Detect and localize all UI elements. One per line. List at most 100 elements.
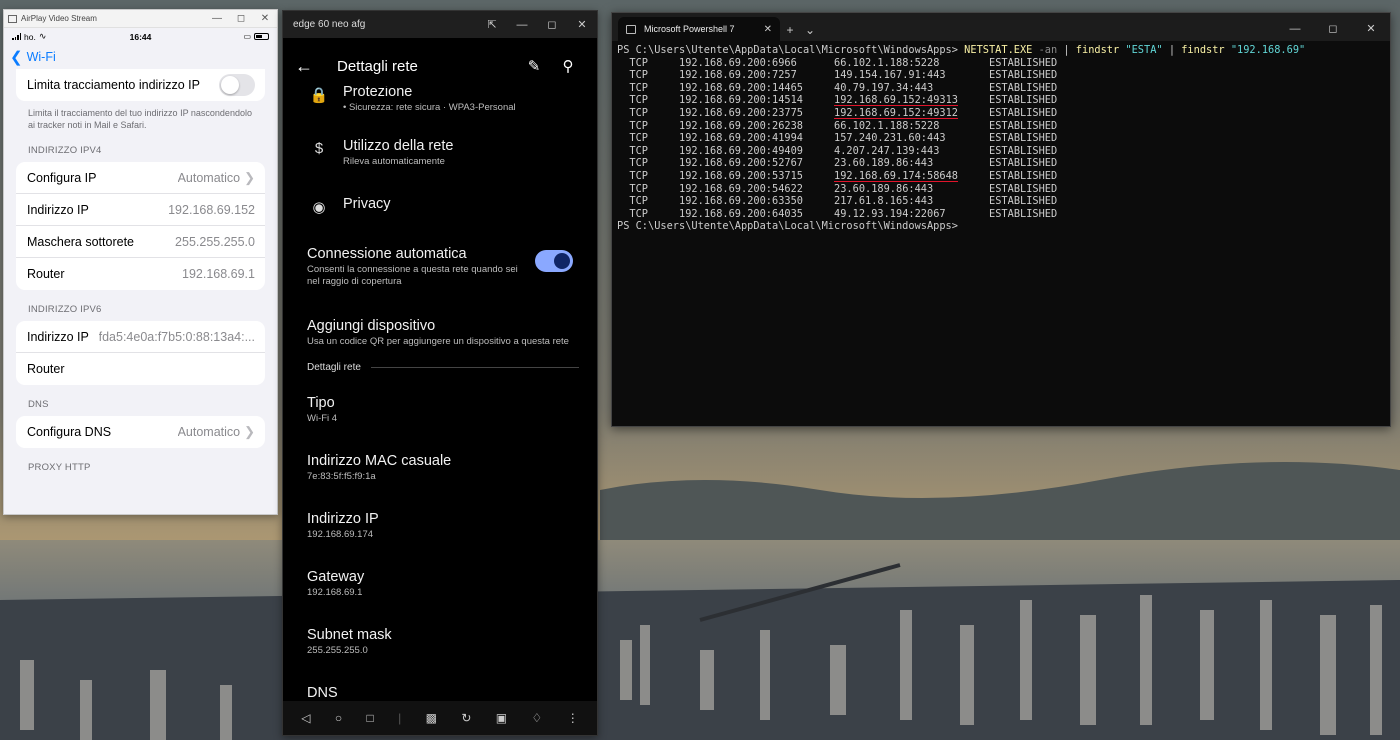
more-options-icon[interactable]: ⋮ <box>567 711 579 725</box>
configure-dns-row[interactable]: Configura DNS Automatico ❯ <box>16 416 265 448</box>
detail-title: DNS <box>307 685 338 701</box>
limit-tracking-row[interactable]: Limita tracciamento indirizzo IP <box>16 69 265 101</box>
close-icon[interactable]: ✕ <box>1352 22 1390 35</box>
netstat-foreign-address: 23.60.189.86:443 <box>834 157 934 170</box>
limit-tracking-group: Limita tracciamento indirizzo IP <box>16 69 265 101</box>
detail-value: 192.168.69.174 <box>307 529 374 540</box>
privacy-item[interactable]: ◉ Privacy <box>283 196 597 216</box>
chevron-right-icon: ❯ <box>244 169 255 185</box>
nav-home-icon[interactable]: ○ <box>335 711 342 725</box>
ip-address-row: Indirizzo IP 192.168.69.152 <box>16 194 265 226</box>
back-arrow-icon[interactable]: ← <box>295 56 337 77</box>
auto-connect-item[interactable]: Connessione automatica Consenti la conne… <box>283 246 597 288</box>
netstat-state: ESTABLISHED <box>989 195 1058 208</box>
nav-back-icon[interactable]: ◁ <box>301 711 310 725</box>
command-arg: -an <box>1038 44 1058 56</box>
row-value: fda5:4e0a:f7b5:0:88:13a4:... <box>98 329 255 344</box>
netstat-foreign-address: 157.240.231.60:443 <box>834 132 946 145</box>
airplay-window-title: AirPlay Video Stream <box>21 14 97 23</box>
screen-cast-icon[interactable]: ▩ <box>426 711 437 725</box>
netstat-proto: TCP <box>629 106 649 119</box>
nav-recents-icon[interactable]: □ <box>366 711 373 725</box>
terminal-tab-bar[interactable]: Microsoft Powershell 7 ✕ + ⌄ — ◻ ✕ <box>612 13 1390 41</box>
dns-header: DNS <box>28 399 49 410</box>
ios-settings-list[interactable]: Limita tracciamento indirizzo IP Limita … <box>4 69 277 514</box>
netstat-row: TCP 192.168.69.200:52767 23.60.189.86:44… <box>617 157 1385 170</box>
ipv6-router-row: Router <box>16 353 265 385</box>
command-findstr: findstr <box>1075 44 1120 56</box>
toolbar-divider: | <box>398 711 402 725</box>
ipv4-group: Configura IP Automatico ❯ Indirizzo IP 19… <box>16 162 265 290</box>
section-title: Dettagli rete <box>307 362 361 373</box>
chevron-down-icon[interactable]: ⌄ <box>800 23 820 37</box>
emulator-toolbar: ◁ ○ □ | ▩ ↻ ▣ ♢ ⋮ <box>283 701 597 735</box>
network-details-list[interactable]: 🔒 Protezione • Sicurezza: rete sicura · … <box>283 86 597 701</box>
netstat-row: TCP 192.168.69.200:53715 192.168.69.174:… <box>617 170 1385 183</box>
netstat-row: TCP 192.168.69.200:54622 23.60.189.86:44… <box>617 183 1385 196</box>
netstat-proto: TCP <box>629 144 649 157</box>
minimize-icon[interactable]: — <box>205 13 229 24</box>
row-label: Router <box>27 267 65 281</box>
maximize-icon[interactable]: ◻ <box>537 18 567 31</box>
airplay-window[interactable]: AirPlay Video Stream — ◻ ✕ ho. ∿ 16:44 ▭… <box>3 9 278 515</box>
ipv6-header: INDIRIZZO IPV6 <box>28 304 102 315</box>
netstat-proto: TCP <box>629 169 649 182</box>
search-icon[interactable]: ⚲ <box>551 57 585 75</box>
row-label: Indirizzo IP <box>27 202 89 217</box>
screenshot-icon[interactable]: ▣ <box>496 711 507 725</box>
netstat-proto: TCP <box>629 132 649 145</box>
auto-connect-toggle[interactable] <box>535 250 573 272</box>
minimize-icon[interactable]: — <box>507 19 537 31</box>
netstat-state: ESTABLISHED <box>989 157 1058 170</box>
close-tab-icon[interactable]: ✕ <box>764 24 772 35</box>
netstat-local-address: 192.168.69.200:63350 <box>679 195 804 208</box>
detail-value: 255.255.255.0 <box>307 645 368 656</box>
netstat-proto: TCP <box>629 56 649 69</box>
add-device-item[interactable]: Aggiungi dispositivo Usa un codice QR pe… <box>283 318 597 348</box>
close-icon[interactable]: ✕ <box>253 13 277 24</box>
terminal-output[interactable]: PS C:\Users\Utente\AppData\Local\Microso… <box>612 41 1390 236</box>
detail-dns: DNS <box>283 685 597 701</box>
netstat-local-address: 192.168.69.200:53715 <box>679 169 804 182</box>
netstat-foreign-address: 40.79.197.34:443 <box>834 81 934 94</box>
open-external-icon[interactable]: ⇱ <box>477 18 507 31</box>
maximize-icon[interactable]: ◻ <box>1314 22 1352 35</box>
netstat-state: ESTABLISHED <box>989 169 1058 182</box>
android-mirror-window[interactable]: edge 60 neo afg ⇱ — ◻ ✕ ← Dettagli rete … <box>282 10 598 736</box>
ipv4-header: INDIRIZZO IPV4 <box>28 145 102 156</box>
maximize-icon[interactable]: ◻ <box>229 13 253 24</box>
prompt: PS C:\Users\Utente\AppData\Local\Microso… <box>617 44 958 56</box>
notifications-icon[interactable]: ♢ <box>532 711 543 725</box>
network-usage-item[interactable]: $ Utilizzo della rete Rileva automaticam… <box>283 138 597 168</box>
ipv6-address-row: Indirizzo IP fda5:4e0a:f7b5:0:88:13a4:..… <box>16 321 265 353</box>
netstat-state: ESTABLISHED <box>989 144 1058 157</box>
detail-title: Tipo <box>307 395 335 411</box>
detail-value: 192.168.69.1 <box>307 587 363 598</box>
network-details-section: Dettagli rete <box>283 362 597 373</box>
detail-title: Subnet mask <box>307 627 392 643</box>
minimize-icon[interactable]: — <box>1276 23 1314 35</box>
netstat-state: ESTABLISHED <box>989 207 1058 220</box>
edit-pencil-icon[interactable]: ✎ <box>517 57 551 75</box>
command-line: PS C:\Users\Utente\AppData\Local\Microso… <box>617 44 1385 57</box>
pipe: | <box>1168 44 1176 56</box>
netstat-row: TCP 192.168.69.200:49409 4.207.247.139:4… <box>617 145 1385 158</box>
configure-ip-row[interactable]: Configura IP Automatico ❯ <box>16 162 265 194</box>
item-title: Privacy <box>343 196 391 212</box>
android-titlebar[interactable]: edge 60 neo afg ⇱ — ◻ ✕ <box>283 11 597 38</box>
terminal-tab[interactable]: Microsoft Powershell 7 ✕ <box>618 17 780 41</box>
ipv6-group: Indirizzo IP fda5:4e0a:f7b5:0:88:13a4:..… <box>16 321 265 385</box>
close-icon[interactable]: ✕ <box>567 18 597 31</box>
netstat-proto: TCP <box>629 69 649 82</box>
security-item[interactable]: 🔒 Protezione • Sicurezza: rete sicura · … <box>283 86 597 114</box>
netstat-state: ESTABLISHED <box>989 119 1058 132</box>
rotate-icon[interactable]: ↻ <box>461 711 471 725</box>
limit-tracking-toggle[interactable] <box>219 74 255 96</box>
powershell-window[interactable]: Microsoft Powershell 7 ✕ + ⌄ — ◻ ✕ PS C:… <box>611 12 1391 427</box>
detail-ip-address: Indirizzo IP 192.168.69.174 <box>283 511 597 541</box>
airplay-titlebar[interactable]: AirPlay Video Stream — ◻ ✕ <box>4 10 277 28</box>
back-button[interactable]: ❮ Wi-Fi <box>4 45 277 69</box>
chevron-right-icon: ❯ <box>244 424 255 439</box>
new-tab-icon[interactable]: + <box>780 23 800 37</box>
row-label: Router <box>27 362 65 376</box>
